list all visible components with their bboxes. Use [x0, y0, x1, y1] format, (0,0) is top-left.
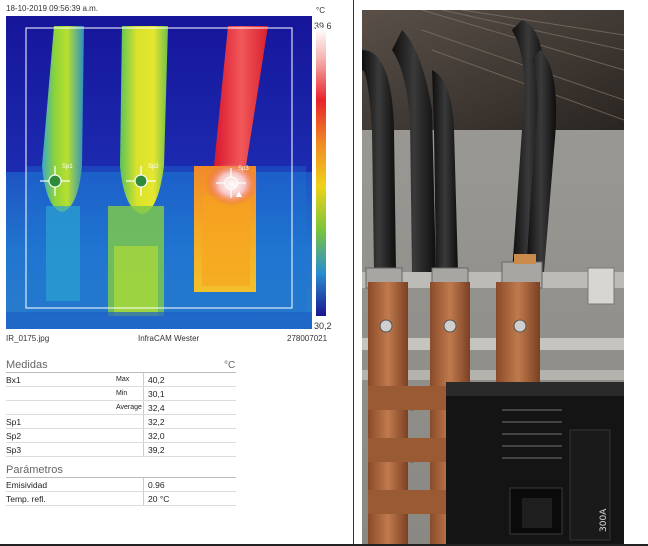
thermal-image: Sp1 Sp2 Sp3	[6, 16, 312, 329]
parameters-title: Parámetros	[6, 464, 63, 476]
table-row: Sp2 32,0	[6, 429, 236, 443]
scale-min-value: 30,2	[314, 321, 332, 331]
table-row: Emisividad 0.96	[6, 478, 236, 492]
spot-label-sp1: Sp1	[62, 164, 73, 170]
panel-divider	[353, 0, 354, 546]
spot-label-sp3: Sp3	[238, 166, 249, 172]
table-row: Min 30,1	[6, 387, 236, 401]
camera-model: InfraCAM Wester	[138, 334, 200, 343]
scale-unit: °C	[316, 6, 325, 15]
thermal-report-panel: 18-10-2019 09:56:39 a.m. °C 39,6 Sp1 Sp2…	[0, 0, 352, 546]
max-temp-marker-icon	[236, 191, 242, 197]
temperature-color-scale	[316, 28, 326, 316]
image-filename: IR_0175.jpg	[6, 334, 50, 343]
table-row: Sp1 32,2	[6, 415, 236, 429]
table-row: Average 32,4	[6, 401, 236, 415]
capture-timestamp: 18-10-2019 09:56:39 a.m.	[6, 4, 99, 13]
table-row: Bx1 Max 40,2	[6, 373, 236, 387]
measurements-title: Medidas	[6, 359, 48, 371]
visible-light-photo: 300A	[362, 10, 624, 544]
table-row: Temp. refl. 20 °C	[6, 492, 236, 506]
spot-marker-sp1: Sp1	[40, 164, 73, 196]
spot-label-sp2: Sp2	[148, 164, 159, 170]
table-row: Sp3 39,2	[6, 443, 236, 457]
spot-marker-sp2: Sp2	[126, 164, 159, 196]
breaker-rating-label: 300A	[599, 508, 609, 532]
measurements-unit: °C	[224, 360, 236, 371]
camera-serial: 278007021	[287, 334, 328, 343]
